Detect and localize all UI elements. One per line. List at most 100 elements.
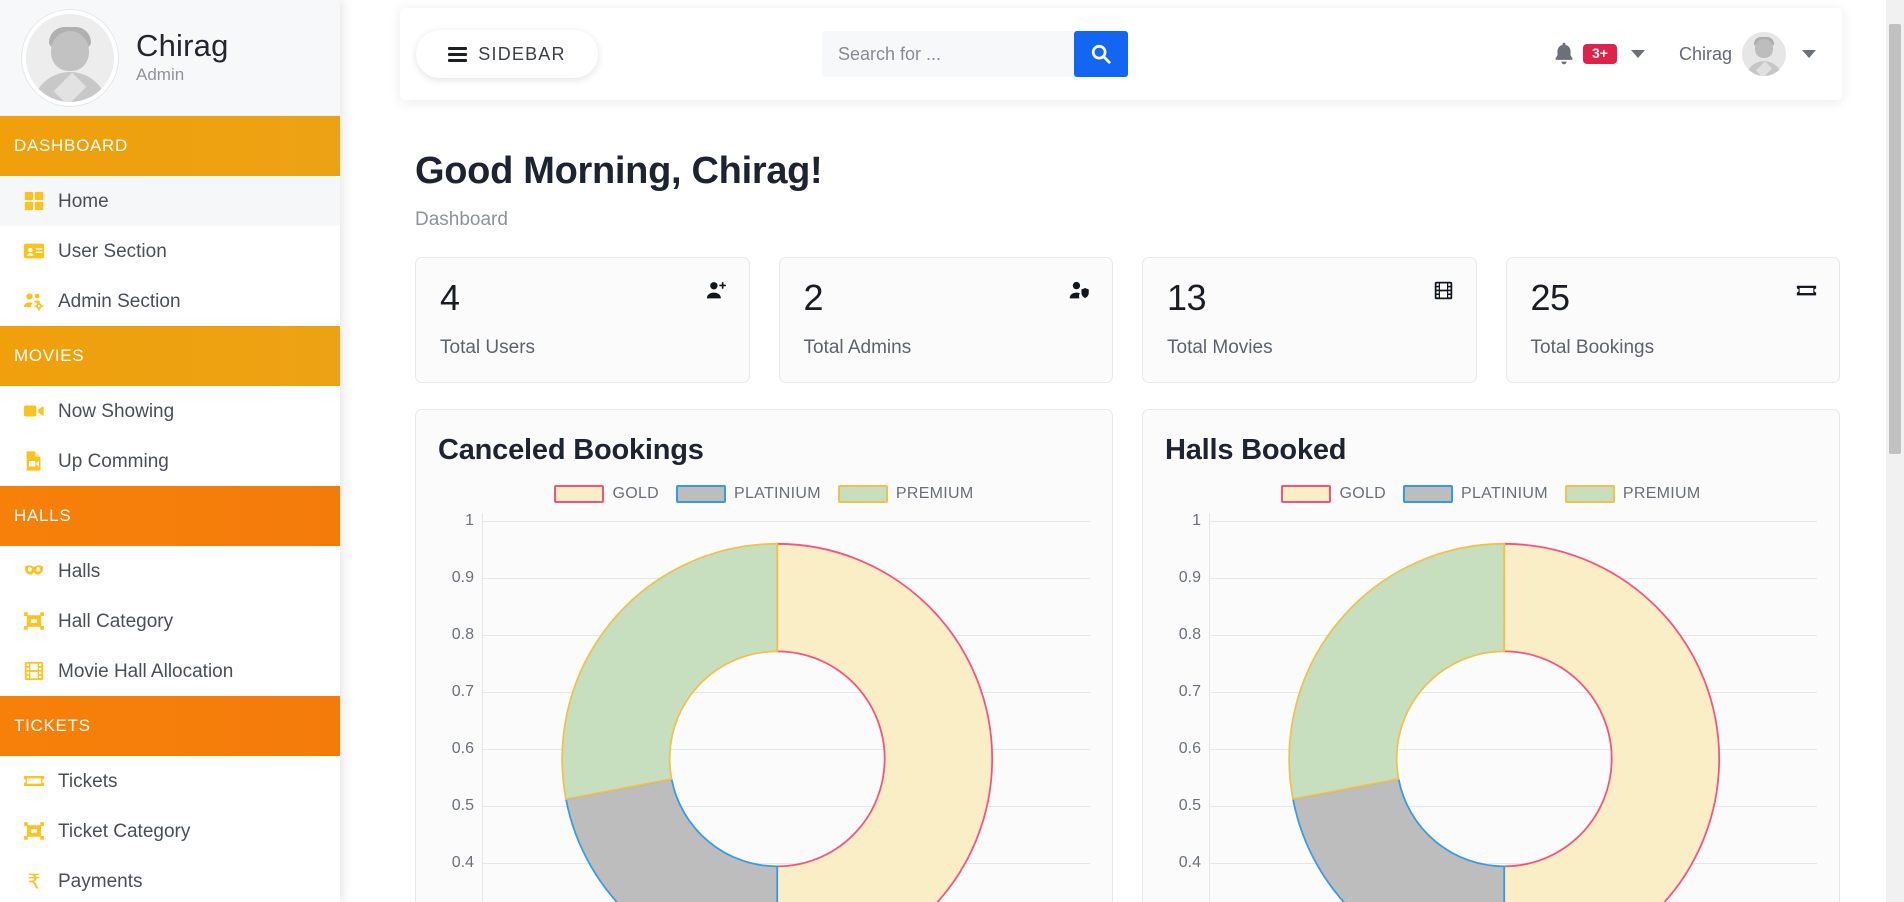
sidebar-profile[interactable]: Chirag Admin <box>0 0 340 116</box>
pie-slice[interactable] <box>776 542 994 902</box>
sidebar-item-label: Payments <box>58 870 143 892</box>
stat-value: 4 <box>440 277 460 318</box>
id-card-icon-wrap <box>22 239 46 263</box>
y-axis-tick: 0.6 <box>451 740 474 757</box>
sidebar-profile-role: Admin <box>136 65 185 85</box>
scrollbar-thumb[interactable] <box>1889 24 1901 454</box>
legend-label: GOLD <box>612 485 660 502</box>
sidebar-item-home[interactable]: Home <box>0 176 340 226</box>
sidebar-item-hall-category[interactable]: Hall Category <box>0 596 340 646</box>
film-icon <box>1434 281 1452 300</box>
sidebar-item-label: Movie Hall Allocation <box>58 660 234 682</box>
search-icon <box>1091 44 1111 64</box>
user-shield-icon <box>1069 281 1089 299</box>
sidebar-section-header: HALLS <box>0 486 340 546</box>
sidebar-item-label: Tickets <box>58 770 118 792</box>
user-plus-icon-wrap <box>706 280 727 301</box>
breadcrumb: Dashboard <box>415 209 508 230</box>
user-shield-icon-wrap <box>1069 280 1090 301</box>
pie-slice[interactable] <box>1503 542 1721 902</box>
y-axis-tick: 0.4 <box>451 854 474 871</box>
legend-swatch <box>1403 485 1454 503</box>
y-axis-tick: 0.5 <box>451 797 474 814</box>
users-cog-icon <box>23 293 44 311</box>
stat-card: 25 Total Bookings <box>1505 257 1840 383</box>
avatar <box>1742 32 1786 76</box>
page-title: Good Morning, Chirag! <box>415 150 823 192</box>
legend-item[interactable]: PLATINIUM <box>676 485 821 503</box>
legend-swatch <box>1564 485 1615 503</box>
doughnut-chart <box>482 513 1090 902</box>
legend-item[interactable]: GOLD <box>554 485 659 503</box>
mask-icon <box>24 565 44 575</box>
ticket-icon-wrap <box>1796 280 1817 301</box>
scroll-down-icon[interactable] <box>1886 884 1904 902</box>
film-icon <box>24 661 44 681</box>
chevron-down-icon <box>1630 50 1645 58</box>
stat-value: 2 <box>803 277 824 318</box>
ticket-icon <box>23 775 45 787</box>
rupee-icon: ₹ <box>28 870 41 892</box>
pie-slice[interactable] <box>564 777 779 902</box>
stat-label: Total Movies <box>1167 337 1273 358</box>
legend-label: PLATINIUM <box>734 485 821 502</box>
pie-slice[interactable] <box>1291 777 1506 902</box>
chart-plot: 10.90.80.70.60.50.40.3 <box>1165 512 1817 902</box>
sidebar-item-halls[interactable]: Halls <box>0 546 340 596</box>
pie-slice[interactable] <box>1288 542 1506 801</box>
page-scrollbar[interactable] <box>1886 0 1904 902</box>
legend-item[interactable]: PREMIUM <box>837 485 974 503</box>
chart-legend: GOLD PLATINIUM PREMIUM <box>438 485 1090 503</box>
notifications-button[interactable]: 3+ <box>1553 42 1645 66</box>
legend-item[interactable]: PLATINIUM <box>1403 485 1548 503</box>
legend-item[interactable]: PREMIUM <box>1564 485 1701 503</box>
sidebar-toggle-label: SIDEBAR <box>478 43 566 64</box>
object-group-icon <box>24 612 44 630</box>
legend-label: PREMIUM <box>1622 485 1701 502</box>
sidebar-section-header: TICKETS <box>0 696 340 756</box>
sidebar-item-admin-section[interactable]: Admin Section <box>0 276 340 326</box>
rupee-icon-wrap: ₹ <box>22 869 46 893</box>
sidebar: Chirag Admin DASHBOARD Home User Section Ad… <box>0 0 340 902</box>
chart-card: Canceled Bookings GOLD PLATINIUM PREMIUM 1 0.… <box>415 409 1113 902</box>
sidebar-item-ticket-category[interactable]: Ticket Category <box>0 806 340 856</box>
chart-title: Halls Booked <box>1165 434 1347 466</box>
sidebar-item-user-section[interactable]: User Section <box>0 226 340 276</box>
hamburger-icon <box>448 46 468 62</box>
ticket-icon-wrap <box>22 769 46 793</box>
pie-slice[interactable] <box>561 542 779 801</box>
stat-value: 25 <box>1530 277 1571 318</box>
sidebar-item-up-comming[interactable]: Up Comming <box>0 436 340 486</box>
y-axis-tick: 0.6 <box>1178 740 1201 757</box>
id-card-icon <box>23 243 45 259</box>
stat-card: 4 Total Users <box>415 257 750 383</box>
object-group-icon <box>24 822 44 840</box>
video-camera-icon <box>23 405 44 417</box>
stat-label: Total Bookings <box>1530 337 1655 358</box>
mask-icon-wrap <box>22 559 46 583</box>
sidebar-item-label: Ticket Category <box>58 820 191 842</box>
legend-item[interactable]: GOLD <box>1281 485 1386 503</box>
user-plus-icon <box>706 282 726 299</box>
main-content: Good Morning, Chirag! Dashboard 4 Total U… <box>340 100 1890 902</box>
doughnut-chart <box>1209 513 1817 902</box>
search-input[interactable] <box>822 31 1074 77</box>
navbar-right: 3+ Chirag <box>1553 32 1842 76</box>
film-icon-wrap <box>1433 280 1454 301</box>
sidebar-item-now-showing[interactable]: Now Showing <box>0 386 340 436</box>
sidebar-item-payments[interactable]: ₹ Payments <box>0 856 340 902</box>
sidebar-item-movie-hall-allocation[interactable]: Movie Hall Allocation <box>0 646 340 696</box>
dashboard-page: Chirag Admin DASHBOARD Home User Section Ad… <box>0 0 1904 902</box>
chevron-down-icon <box>1802 50 1816 58</box>
stat-card: 2 Total Admins <box>778 257 1113 383</box>
sidebar-item-label: Admin Section <box>58 290 181 312</box>
sidebar-toggle-button[interactable]: SIDEBAR <box>416 30 598 78</box>
search-bar <box>822 31 1128 77</box>
sidebar-item-tickets[interactable]: Tickets <box>0 756 340 806</box>
stat-label: Total Users <box>440 337 536 358</box>
object-group-icon-wrap <box>22 609 46 633</box>
scroll-up-icon[interactable] <box>1886 0 1904 18</box>
grid-icon <box>24 191 44 211</box>
search-button[interactable] <box>1074 31 1128 77</box>
user-menu[interactable]: Chirag <box>1679 32 1816 76</box>
